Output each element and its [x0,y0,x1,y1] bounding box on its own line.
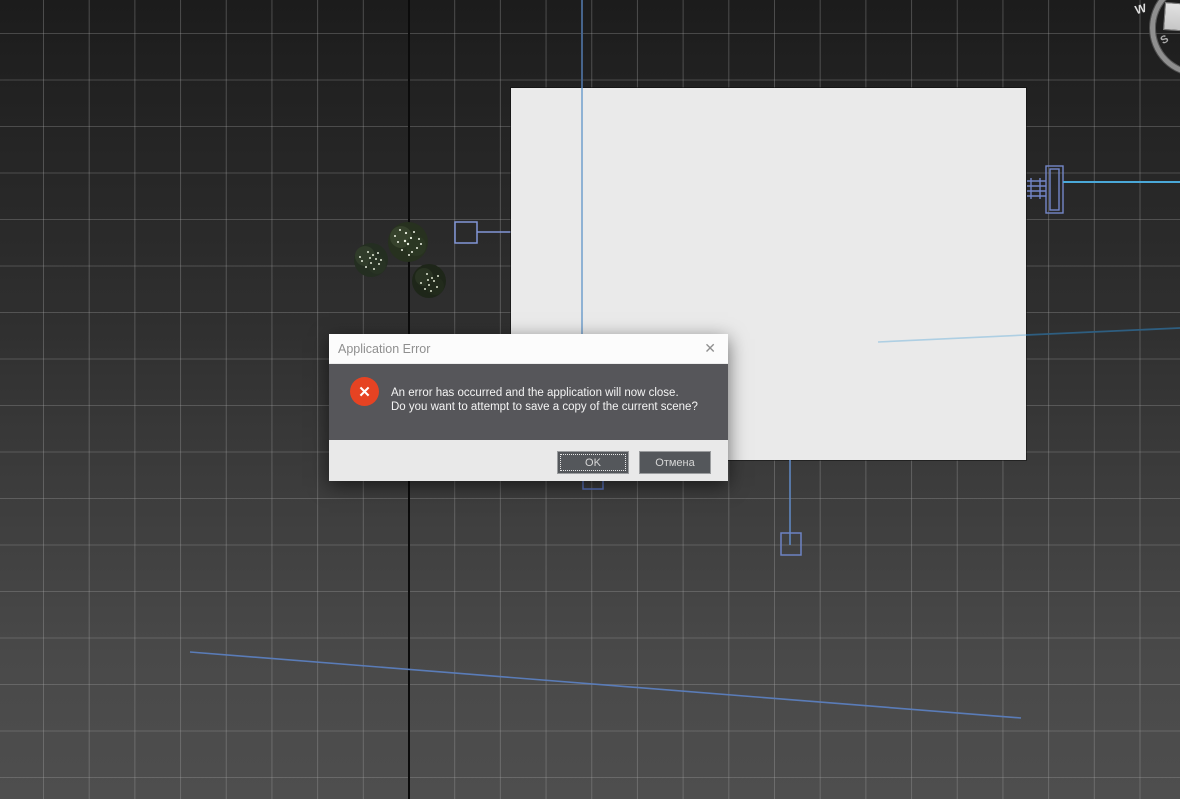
dialog-title: Application Error [338,341,431,356]
3d-viewport[interactable]: W S Application Error ✕ ✕ An error has o… [0,0,1180,799]
spline-object[interactable] [1025,327,1180,336]
ok-button[interactable]: OK [557,451,629,474]
error-x-icon: ✕ [350,377,379,406]
dialog-titlebar[interactable]: Application Error ✕ [329,334,728,364]
viewcube-face[interactable] [1163,2,1180,32]
dialog-footer: OK Отмена [329,440,728,481]
dialog-message: An error has occurred and the applicatio… [391,387,698,414]
close-icon[interactable]: ✕ [692,334,728,363]
cancel-button[interactable]: Отмена [639,451,711,474]
application-error-dialog: Application Error ✕ ✕ An error has occur… [329,334,728,481]
helper-square-object[interactable] [780,532,802,556]
spline-object[interactable] [877,334,1027,343]
dialog-message-line1: An error has occurred and the applicatio… [391,387,679,399]
dialog-message-line2: Do you want to attempt to save a copy of… [391,400,698,413]
dialog-body: ✕ An error has occurred and the applicat… [329,364,728,440]
